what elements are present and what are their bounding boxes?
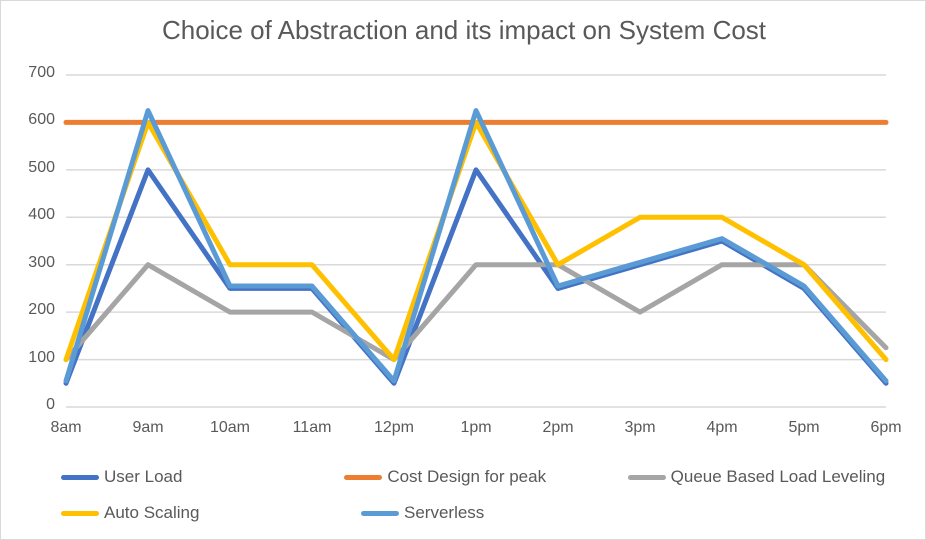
legend-item-cost-design-for-peak[interactable]: Cost Design for peak	[344, 467, 627, 487]
x-axis-tick-label: 8am	[50, 419, 82, 436]
x-axis-tick-label: 3pm	[624, 419, 656, 436]
series-line-auto-scaling	[63, 119, 889, 363]
x-axis-tick-label: 9am	[132, 419, 164, 436]
chart-legend: User Load Cost Design for peak Queue Based…	[61, 459, 911, 531]
y-axis-tick-label: 100	[28, 348, 55, 366]
legend-item-auto-scaling[interactable]: Auto Scaling	[61, 503, 361, 523]
x-axis-tick-label: 1pm	[460, 419, 492, 436]
legend-item-queue-based-load-leveling[interactable]: Queue Based Load Leveling	[627, 467, 911, 487]
y-axis-tick-label: 200	[28, 301, 55, 319]
legend-label: Auto Scaling	[104, 503, 200, 522]
legend-label: Queue Based Load Leveling	[670, 467, 886, 486]
legend-swatch-icon	[627, 474, 666, 480]
legend-swatch-icon	[361, 510, 399, 516]
y-axis-tick-label: 400	[28, 206, 55, 224]
legend-item-user-load[interactable]: User Load	[61, 467, 344, 487]
legend-row: User Load Cost Design for peak Queue Based…	[61, 459, 911, 495]
y-axis-tick-label: 600	[28, 111, 55, 129]
y-axis-tick-label: 0	[46, 396, 55, 413]
legend-swatch-icon	[344, 474, 383, 480]
y-axis-tick-label: 300	[28, 253, 55, 271]
legend-label: Cost Design for peak	[387, 467, 547, 486]
x-axis-tick-label: 10am	[209, 419, 251, 436]
x-axis-tick-label: 5pm	[788, 419, 820, 436]
legend-swatch-icon	[61, 510, 99, 516]
legend-label: User Load	[104, 467, 183, 486]
legend-item-serverless[interactable]: Serverless	[361, 503, 661, 523]
chart-container: Choice of Abstraction and its impact on …	[0, 0, 926, 540]
x-axis-tick-label: 2pm	[542, 419, 574, 436]
legend-label: Serverless	[404, 503, 485, 522]
x-axis-tick-label: 4pm	[706, 419, 738, 436]
series-lines	[63, 108, 889, 386]
x-axis-tick-label: 12pm	[373, 419, 415, 436]
x-axis-tick-label: 6pm	[870, 419, 902, 436]
legend-row: Auto Scaling Serverless	[61, 495, 911, 531]
x-axis-tick-label: 11am	[292, 419, 332, 436]
y-axis-tick-label: 500	[28, 158, 55, 176]
legend-swatch-icon	[61, 474, 99, 480]
series-line-serverless	[63, 108, 889, 384]
y-axis-tick-label: 700	[28, 64, 55, 81]
